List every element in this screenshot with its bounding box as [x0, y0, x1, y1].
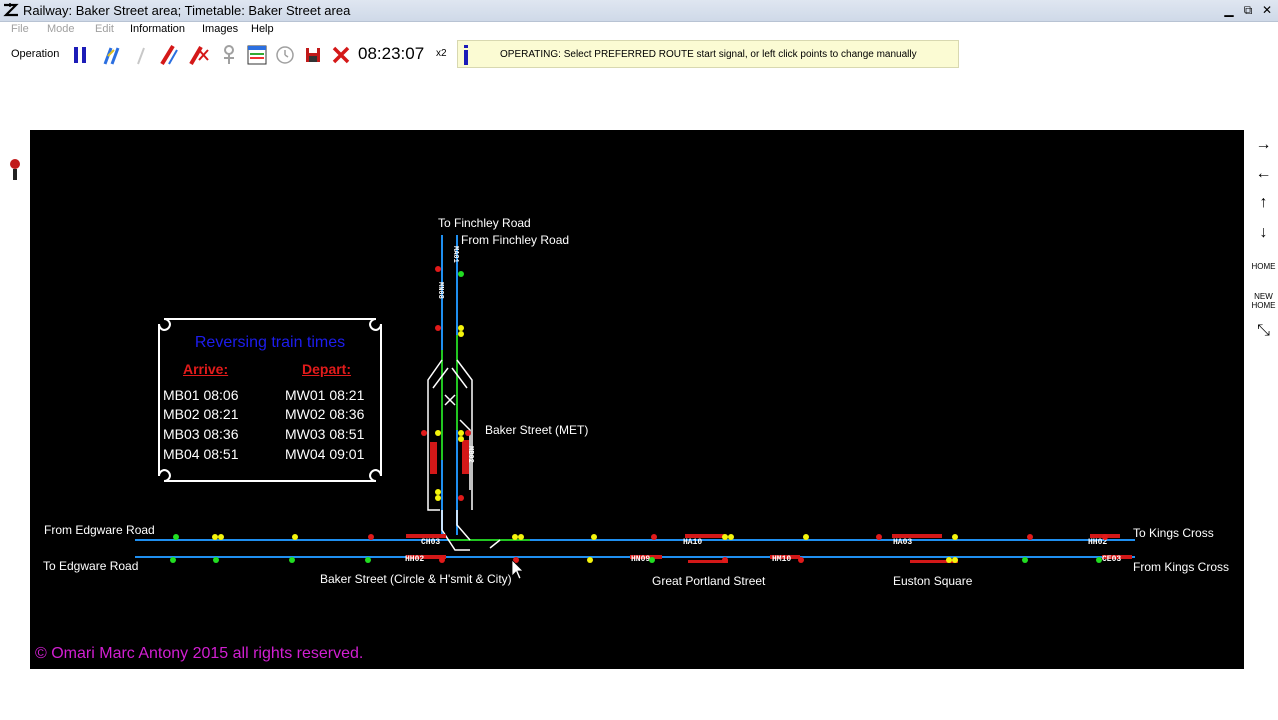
label-from-edgware: From Edgware Road: [44, 523, 155, 537]
svg-text:HA03: HA03: [893, 538, 912, 547]
label-baker-circle: Baker Street (Circle & H'smit & City): [320, 572, 512, 586]
close-button[interactable]: ✕: [1258, 2, 1276, 18]
railway-app-icon: [3, 3, 19, 17]
route-icon[interactable]: [101, 42, 125, 68]
junction-links[interactable]: [441, 510, 501, 551]
person-icon[interactable]: [217, 42, 241, 68]
depart-heading: Depart:: [302, 361, 352, 377]
svg-text:MA01: MA01: [451, 246, 459, 263]
svg-text:HM10: HM10: [772, 555, 791, 564]
clock-icon[interactable]: [273, 42, 297, 68]
svg-text:MB02: MB02: [466, 446, 474, 463]
title-bar: Railway: Baker Street area; Timetable: B…: [0, 0, 1278, 22]
menu-bar: File Mode Edit Information Images Help: [0, 21, 1278, 39]
window-title: Railway: Baker Street area; Timetable: B…: [23, 3, 351, 18]
speed-multiplier: x2: [436, 48, 447, 59]
svg-text:CH03: CH03: [421, 538, 440, 547]
pan-right-button[interactable]: →: [1249, 130, 1278, 159]
menu-mode[interactable]: Mode: [47, 23, 75, 35]
railway-canvas[interactable]: CH03 HH02 HN09 HA10 HM10 HA03 HH02 CE03 …: [30, 130, 1244, 669]
clock-display: 08:23:07: [358, 44, 425, 63]
svg-text:HH02: HH02: [405, 555, 424, 564]
toolbar: Operation 08:23:07 x2 OPERATING: Select …: [0, 40, 1278, 70]
depart-row: MW04 09:01: [285, 446, 365, 462]
pause-icon[interactable]: [68, 42, 92, 68]
met-platform-foot: [427, 490, 473, 511]
arrive-row: MB03 08:36: [163, 426, 239, 442]
label-to-edgware: To Edgware Road: [43, 559, 139, 573]
minimize-button[interactable]: ▁: [1220, 2, 1238, 18]
save-icon[interactable]: [301, 42, 325, 68]
pan-up-button[interactable]: ↑: [1249, 188, 1278, 217]
mouse-cursor: [511, 559, 524, 580]
label-from-kings-cross: From Kings Cross: [1133, 560, 1230, 574]
red-cross-pencil-icon[interactable]: [187, 42, 211, 68]
menu-information[interactable]: Information: [130, 23, 185, 35]
menu-file[interactable]: File: [11, 23, 29, 35]
reversing-title: Reversing train times: [194, 334, 346, 351]
label-from-finchley: From Finchley Road: [461, 233, 570, 247]
zoom-button[interactable]: ⤡: [1249, 316, 1278, 345]
home-button[interactable]: HOME: [1249, 258, 1278, 287]
crossover-x[interactable]: [444, 394, 456, 406]
train-blocks[interactable]: [406, 440, 1132, 563]
arrive-row: MB01 08:06: [163, 387, 239, 403]
pan-left-button[interactable]: ←: [1249, 159, 1278, 188]
signal-icon[interactable]: [9, 157, 21, 181]
exit-icon[interactable]: [329, 42, 353, 68]
blank-icon[interactable]: [130, 42, 154, 68]
info-icon[interactable]: [463, 45, 469, 65]
svg-text:CE03: CE03: [1102, 555, 1121, 564]
mode-label: Operation: [11, 48, 60, 60]
restore-button[interactable]: ⧉: [1239, 2, 1257, 18]
red-pencil-icon[interactable]: [157, 42, 181, 68]
depart-row: MW02 08:36: [285, 406, 365, 422]
arrive-row: MB02 08:21: [163, 406, 239, 422]
new-home-button[interactable]: NEW HOME: [1249, 288, 1278, 317]
label-baker-met: Baker Street (MET): [485, 423, 589, 437]
side-toolbar: → ← ↑ ↓ HOME NEW HOME ⤡: [1249, 130, 1278, 350]
svg-text:HA10: HA10: [683, 538, 702, 547]
timetable-icon[interactable]: [245, 42, 269, 68]
label-euston-square: Euston Square: [893, 574, 973, 588]
label-to-kings-cross: To Kings Cross: [1133, 526, 1214, 540]
copyright-notice: © Omari Marc Antony 2015 all rights rese…: [35, 645, 364, 662]
svg-text:MN08: MN08: [436, 282, 444, 299]
depart-row: MW03 08:51: [285, 426, 365, 442]
menu-edit[interactable]: Edit: [95, 23, 114, 35]
status-message: OPERATING: Select PREFERRED ROUTE start …: [500, 49, 917, 60]
menu-help[interactable]: Help: [251, 23, 274, 35]
menu-images[interactable]: Images: [202, 23, 238, 35]
reversing-times-panel: Reversing train times Arrive: Depart: MB…: [156, 316, 384, 484]
status-bar: OPERATING: Select PREFERRED ROUTE start …: [457, 40, 959, 68]
svg-text:HN09: HN09: [631, 555, 650, 564]
depart-row: MW01 08:21: [285, 387, 365, 403]
label-to-finchley: To Finchley Road: [438, 216, 531, 230]
pan-down-button[interactable]: ↓: [1249, 218, 1278, 247]
arrive-heading: Arrive:: [183, 361, 229, 377]
arrive-row: MB04 08:51: [163, 446, 239, 462]
met-crossover[interactable]: [432, 367, 468, 389]
label-great-portland: Great Portland Street: [652, 574, 766, 588]
